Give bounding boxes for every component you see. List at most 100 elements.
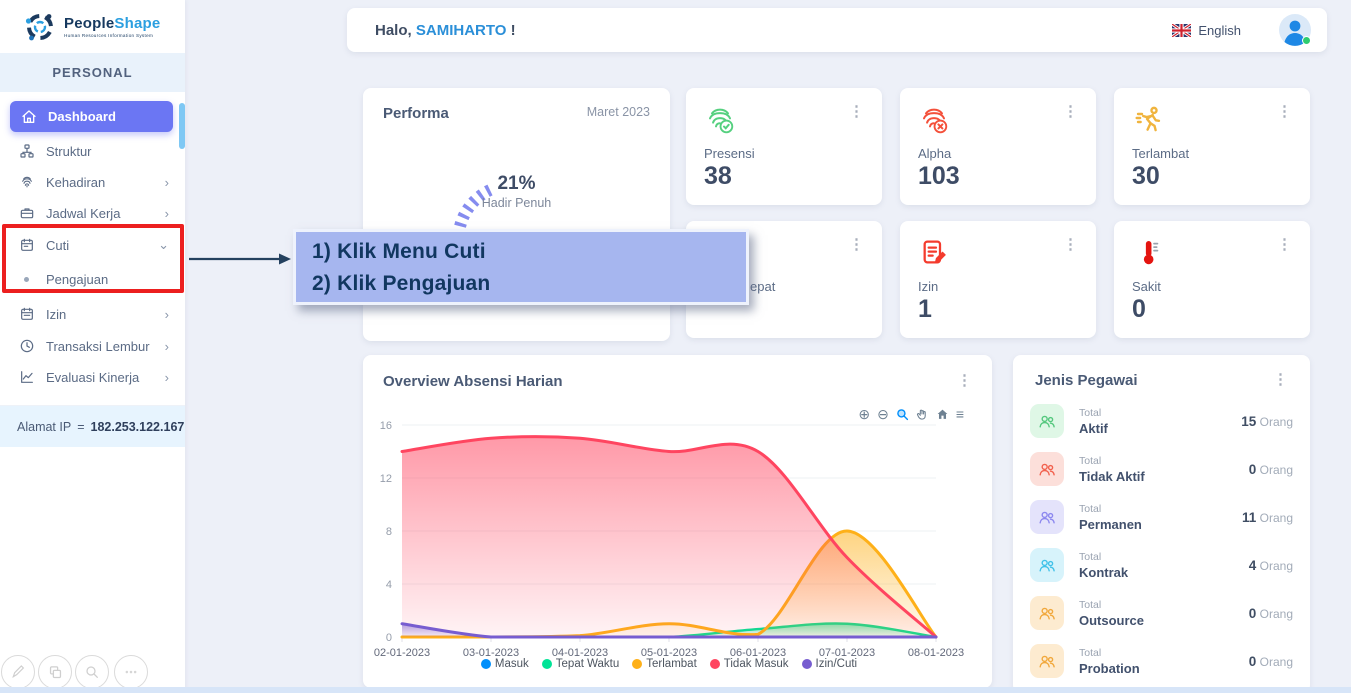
users-icon xyxy=(1030,404,1064,438)
thermometer-icon xyxy=(1132,237,1164,269)
sidebar-item-kehadiran[interactable]: Kehadiran › xyxy=(0,169,185,195)
jenis-count: 4 Orang xyxy=(1249,558,1293,573)
running-person-icon xyxy=(1132,104,1164,136)
kebab-menu-icon[interactable]: ⋮ xyxy=(849,237,864,252)
y-axis-tick: 12 xyxy=(380,473,392,485)
sidebar-item-izin[interactable]: Izin › xyxy=(0,301,185,327)
fingerprint-check-icon xyxy=(704,104,736,136)
stat-card-alpha: ⋮ Alpha 103 xyxy=(900,88,1096,205)
users-icon xyxy=(1030,548,1064,582)
sidebar-item-evaluasi-kinerja[interactable]: Evaluasi Kinerja › xyxy=(0,364,185,390)
sidebar-scrollbar-thumb[interactable] xyxy=(179,103,185,149)
calendar-icon xyxy=(19,237,35,253)
legend-item-masuk[interactable]: Masuk xyxy=(481,658,529,670)
kebab-menu-icon[interactable]: ⋮ xyxy=(1277,237,1292,252)
kebab-menu-icon[interactable]: ⋮ xyxy=(1063,237,1078,252)
kebab-menu-icon[interactable]: ⋮ xyxy=(1273,372,1288,389)
language-selector[interactable]: English xyxy=(1172,23,1241,38)
jenis-row-probation: Total Probation 0 Orang xyxy=(1030,644,1293,678)
absensi-chart-card: Overview Absensi Harian ⋮ ⊕ ⊖ ≡ 04812160… xyxy=(363,355,992,688)
sidebar-item-dashboard[interactable]: Dashboard xyxy=(10,101,173,132)
bullet-dot xyxy=(24,277,29,282)
jenis-row-outsource: Total Outsource 0 Orang xyxy=(1030,596,1293,630)
legend-item-tidak-masuk[interactable]: Tidak Masuk xyxy=(710,658,789,670)
fingerprint-icon xyxy=(19,174,35,190)
y-axis-tick: 8 xyxy=(386,526,392,538)
sidebar-section-personal: PERSONAL xyxy=(0,53,185,92)
stat-card-sakit: ⋮ Sakit 0 xyxy=(1114,221,1310,338)
chevron-right-icon: › xyxy=(165,175,169,190)
search-tool-button[interactable] xyxy=(75,655,109,689)
ip-address-bar: Alamat IP = 182.253.122.167 xyxy=(0,405,185,447)
jenis-name: Aktif xyxy=(1079,421,1108,436)
jenis-count: 15 Orang xyxy=(1241,414,1293,429)
jenis-row-permanen: Total Permanen 11 Orang xyxy=(1030,500,1293,534)
gauge-label: Hadir Penuh xyxy=(363,196,670,210)
jenis-count: 0 Orang xyxy=(1249,462,1293,477)
jenis-prefix: Total xyxy=(1079,407,1108,419)
sidebar-item-pengajuan[interactable]: Pengajuan xyxy=(0,266,185,292)
stat-card-terlambat: ⋮ Terlambat 30 xyxy=(1114,88,1310,205)
copy-icon xyxy=(47,664,64,681)
jenis-row-aktif: Total Aktif 15 Orang xyxy=(1030,404,1293,438)
jenis-count: 0 Orang xyxy=(1249,606,1293,621)
org-chart-icon xyxy=(19,143,35,159)
jenis-prefix: Total xyxy=(1079,647,1140,659)
brand-name: PeopleShape xyxy=(64,15,160,32)
tutorial-arrow xyxy=(186,250,294,268)
kebab-menu-icon[interactable]: ⋮ xyxy=(1277,104,1292,119)
users-icon xyxy=(1030,644,1064,678)
jenis-name: Probation xyxy=(1079,661,1140,676)
jenis-prefix: Total xyxy=(1079,455,1145,467)
chevron-right-icon: › xyxy=(165,370,169,385)
tutorial-instruction-box: 1) Klik Menu Cuti 2) Klik Pengajuan xyxy=(293,229,749,305)
jenis-count: 11 Orang xyxy=(1242,510,1293,525)
sidebar-item-struktur[interactable]: Struktur xyxy=(0,138,185,164)
jenis-prefix: Total xyxy=(1079,551,1128,563)
kebab-menu-icon[interactable]: ⋮ xyxy=(1063,104,1078,119)
user-avatar[interactable] xyxy=(1279,14,1311,46)
jenis-name: Kontrak xyxy=(1079,565,1128,580)
legend-dot xyxy=(632,659,642,669)
app-logo[interactable]: PeopleShape Human Resources Information … xyxy=(0,0,185,51)
stat-card-presensi: ⋮ Presensi 38 xyxy=(686,88,882,205)
legend-item-tepat-waktu[interactable]: Tepat Waktu xyxy=(542,658,620,670)
greeting-text: Halo, SAMIHARTO ! xyxy=(347,22,516,39)
sidebar-item-cuti[interactable]: Cuti ⌄ xyxy=(0,232,185,258)
language-label: English xyxy=(1198,23,1241,38)
pen-icon xyxy=(10,664,26,680)
legend-item-terlambat[interactable]: Terlambat xyxy=(632,658,697,670)
legend-dot xyxy=(542,659,552,669)
briefcase-icon xyxy=(19,205,35,221)
chevron-down-icon: ⌄ xyxy=(158,237,169,253)
legend-item-izin-cuti[interactable]: Izin/Cuti xyxy=(802,658,858,670)
kebab-menu-icon[interactable]: ⋮ xyxy=(849,104,864,119)
sidebar-item-jadwal-kerja[interactable]: Jadwal Kerja › xyxy=(0,200,185,226)
home-icon xyxy=(21,109,37,125)
topbar: Halo, SAMIHARTO ! English xyxy=(347,8,1327,52)
brand-subtitle: Human Resources Information System xyxy=(64,33,160,38)
jenis-count: 0 Orang xyxy=(1249,654,1293,669)
sidebar-item-transaksi-lembur[interactable]: Transaksi Lembur › xyxy=(0,333,185,359)
legend-dot xyxy=(710,659,720,669)
sidebar: PeopleShape Human Resources Information … xyxy=(0,0,185,693)
jenis-pegawai-card: Jenis Pegawai ⋮ Total Aktif 15 Orang xyxy=(1013,355,1310,693)
copy-tool-button[interactable] xyxy=(38,655,72,689)
y-axis-tick: 4 xyxy=(386,579,392,591)
y-axis-tick: 0 xyxy=(386,632,392,644)
ip-address-value: 182.253.122.167 xyxy=(91,420,185,434)
area-chart[interactable]: 048121602-01-202303-01-202304-01-202305-… xyxy=(363,355,992,688)
tutorial-step-1: 1) Klik Menu Cuti xyxy=(312,236,746,268)
legend-dot xyxy=(481,659,491,669)
chevron-right-icon: › xyxy=(165,339,169,354)
gauge-percent: 21% xyxy=(363,173,670,195)
jenis-row-tidak-aktif: Total Tidak Aktif 0 Orang xyxy=(1030,452,1293,486)
legend-dot xyxy=(802,659,812,669)
username: SAMIHARTO xyxy=(416,22,507,39)
pen-tool-button[interactable] xyxy=(1,655,35,689)
document-pencil-icon xyxy=(918,237,950,269)
calendar-icon xyxy=(19,306,35,322)
chart-legend: Masuk Tepat Waktu Terlambat Tidak Masuk Izin… xyxy=(402,658,936,670)
more-tools-button[interactable] xyxy=(114,655,148,689)
jenis-prefix: Total xyxy=(1079,599,1144,611)
